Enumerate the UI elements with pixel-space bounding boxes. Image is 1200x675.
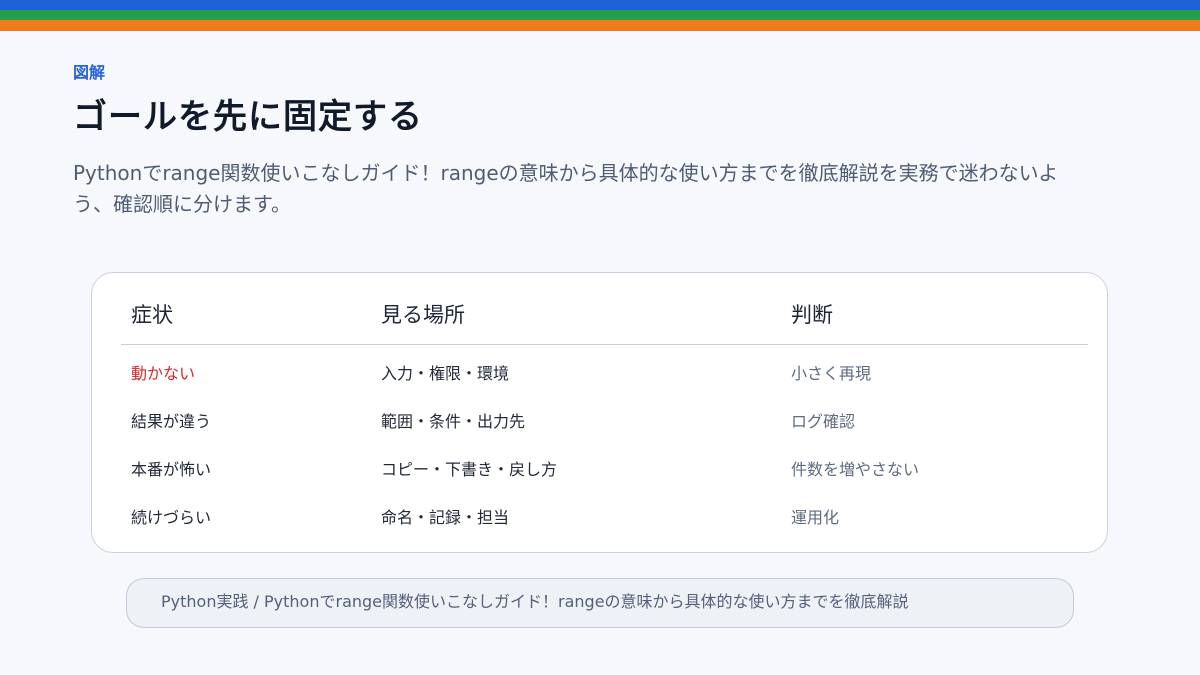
header-symptom: 症状: [131, 303, 173, 327]
footer-text: Python実践 / Pythonでrange関数使いこなしガイド！rangeの…: [161, 592, 909, 611]
table-row: 動かない 入力・権限・環境 小さく再現: [121, 362, 1088, 410]
row-where: コピー・下書き・戻し方: [381, 460, 558, 479]
stripe-blue: [0, 0, 1200, 10]
row-decision: 運用化: [791, 508, 840, 527]
section-eyebrow: 図解: [73, 63, 106, 82]
table-row: 続けづらい 命名・記録・担当 運用化: [121, 506, 1088, 554]
table-row: 結果が違う 範囲・条件・出力先 ログ確認: [121, 410, 1088, 458]
row-decision: 小さく再現: [791, 364, 872, 383]
table-row: 本番が怖い コピー・下書き・戻し方 件数を増やさない: [121, 458, 1088, 506]
page-subtitle: Pythonでrange関数使いこなしガイド！rangeの意味から具体的な使い方…: [73, 161, 1059, 216]
stripe-orange: [0, 20, 1200, 31]
troubleshooting-table: 症状 見る場所 判断 動かない 入力・権限・環境 小さく再現 結果が違う 範囲・…: [91, 272, 1108, 553]
header-where-to-look: 見る場所: [381, 303, 465, 327]
page-title: ゴールを先に固定する: [73, 97, 423, 137]
row-symptom: 本番が怖い: [131, 460, 212, 479]
header-decision: 判断: [791, 303, 833, 327]
stripe-green: [0, 10, 1200, 20]
row-where: 範囲・条件・出力先: [381, 412, 526, 431]
row-where: 命名・記録・担当: [381, 508, 510, 527]
row-symptom: 動かない: [131, 364, 196, 383]
row-decision: ログ確認: [791, 412, 856, 431]
row-symptom: 結果が違う: [131, 412, 212, 431]
row-decision: 件数を増やさない: [791, 460, 920, 479]
top-color-stripes: [0, 0, 1200, 31]
row-where: 入力・権限・環境: [381, 364, 510, 383]
footer-breadcrumb: Python実践 / Pythonでrange関数使いこなしガイド！rangeの…: [126, 578, 1074, 628]
table-header-row: 症状 見る場所 判断: [121, 273, 1088, 345]
row-symptom: 続けづらい: [131, 508, 212, 527]
